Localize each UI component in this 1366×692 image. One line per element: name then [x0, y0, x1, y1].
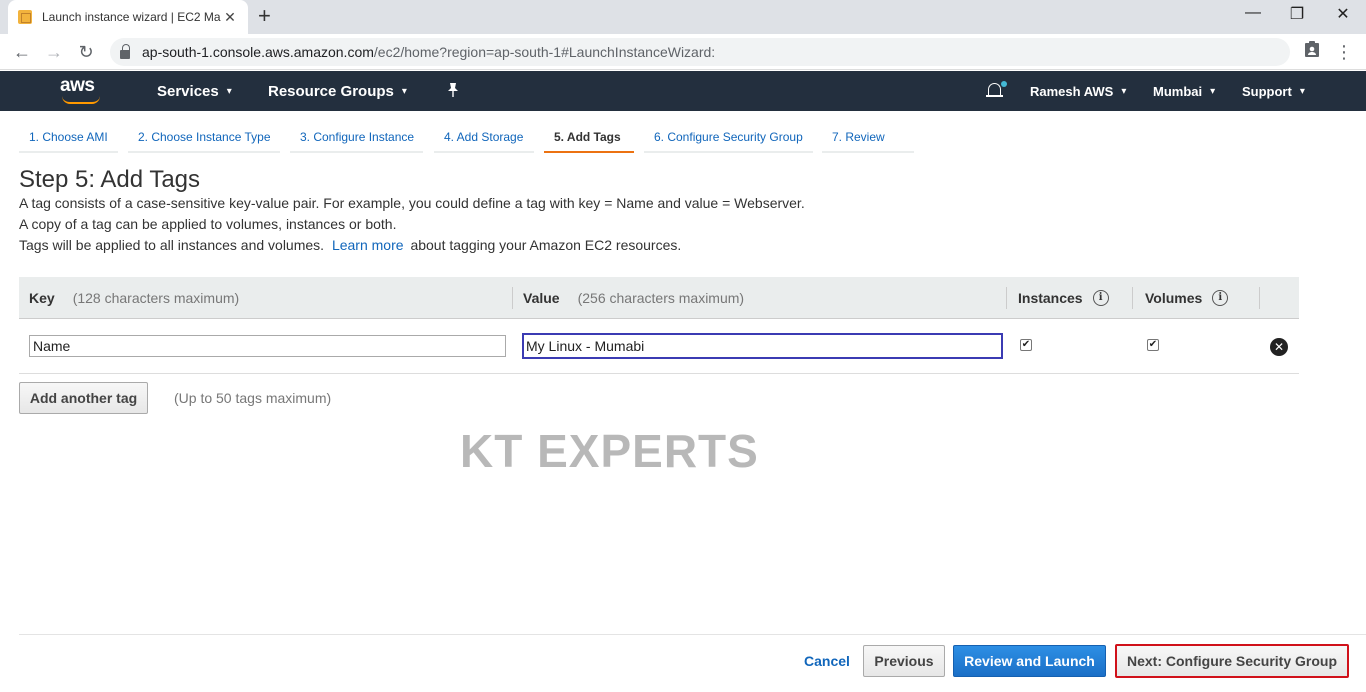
notifications-bell-icon[interactable]	[986, 81, 1007, 101]
notification-dot	[1001, 81, 1007, 87]
step-choose-ami[interactable]: 1. Choose AMI	[19, 126, 118, 153]
tab-close-icon[interactable]: ✕	[222, 9, 238, 26]
aws-smile-icon	[62, 96, 100, 104]
minimize-icon[interactable]: —	[1230, 4, 1276, 22]
value-column-header: Value (256 characters maximum)	[523, 277, 744, 319]
review-and-launch-button[interactable]: Review and Launch	[953, 645, 1106, 677]
reload-icon[interactable]: ↻	[74, 41, 98, 63]
value-header-hint: (256 characters maximum)	[577, 290, 745, 306]
column-divider	[1006, 287, 1007, 309]
column-divider	[512, 287, 513, 309]
pin-icon[interactable]	[446, 82, 460, 102]
volumes-header-label: Volumes	[1145, 290, 1203, 306]
step-review[interactable]: 7. Review	[822, 126, 914, 153]
window-close-icon[interactable]: ✕	[1320, 4, 1366, 24]
forward-arrow-icon[interactable]: →	[42, 41, 66, 63]
user-name: Ramesh AWS	[1030, 83, 1114, 99]
url-path: /ec2/home?region=ap-south-1#LaunchInstan…	[373, 44, 716, 60]
profile-clipboard-icon[interactable]	[1300, 40, 1324, 63]
step-configure-instance[interactable]: 3. Configure Instance	[290, 126, 423, 153]
tag-key-input[interactable]	[29, 335, 506, 357]
url-input[interactable]: ap-south-1.console.aws.amazon.com /ec2/h…	[110, 38, 1290, 66]
support-menu[interactable]: Support ▾	[1242, 71, 1305, 111]
step-add-tags[interactable]: 5. Add Tags	[544, 126, 634, 153]
description-line-2: A copy of a tag can be applied to volume…	[19, 216, 397, 232]
volumes-column-header: Volumes i	[1145, 277, 1229, 319]
footer-divider	[19, 634, 1366, 635]
step-add-storage[interactable]: 4. Add Storage	[434, 126, 534, 153]
support-label: Support	[1242, 83, 1292, 99]
previous-button[interactable]: Previous	[863, 645, 945, 677]
info-icon[interactable]: i	[1212, 290, 1229, 306]
restore-icon[interactable]: ❐	[1274, 4, 1320, 24]
key-header-hint: (128 characters maximum)	[72, 290, 240, 306]
browser-tab-bar: Launch instance wizard | EC2 Ma ✕ + — ❐ …	[0, 0, 1366, 34]
next-configure-security-group-button[interactable]: Next: Configure Security Group	[1115, 644, 1349, 678]
user-menu[interactable]: Ramesh AWS ▾	[1030, 71, 1126, 111]
tags-table-header: Key (128 characters maximum) Value (256 …	[19, 277, 1299, 319]
menu-kebab-icon[interactable]: ⋮	[1332, 41, 1356, 63]
aws-favicon-icon	[18, 10, 32, 24]
resource-groups-menu[interactable]: Resource Groups ▾	[268, 71, 407, 111]
chevron-down-icon: ▾	[1121, 85, 1127, 97]
address-bar-row: ← → ↻ ap-south-1.console.aws.amazon.com …	[0, 34, 1366, 70]
description-line-3: Tags will be applied to all instances an…	[19, 237, 681, 253]
step-choose-instance-type[interactable]: 2. Choose Instance Type	[128, 126, 280, 153]
instances-column-header: Instances i	[1018, 277, 1109, 319]
url-host: ap-south-1.console.aws.amazon.com	[142, 44, 374, 60]
watermark-text: KT EXPERTS	[460, 425, 759, 477]
learn-more-link[interactable]: Learn more	[332, 237, 404, 253]
cancel-button[interactable]: Cancel	[804, 653, 850, 669]
table-row: ✔ ✔ ✕	[19, 319, 1299, 374]
description-line-3-post: about tagging your Amazon EC2 resources.	[410, 237, 682, 253]
tag-value-input[interactable]	[522, 333, 1003, 359]
services-label: Services	[157, 82, 219, 100]
column-divider	[1132, 287, 1133, 309]
step-configure-security-group[interactable]: 6. Configure Security Group	[644, 126, 813, 153]
key-column-header: Key (128 characters maximum)	[29, 277, 239, 319]
tag-limit-text: (Up to 50 tags maximum)	[174, 390, 332, 406]
remove-tag-icon[interactable]: ✕	[1270, 338, 1288, 356]
new-tab-button[interactable]: +	[258, 5, 271, 27]
tab-title: Launch instance wizard | EC2 Ma	[42, 10, 221, 24]
back-arrow-icon[interactable]: ←	[10, 41, 34, 63]
description-line-3-pre: Tags will be applied to all instances an…	[19, 237, 325, 253]
aws-logo-text: aws	[60, 75, 95, 96]
volumes-checkbox[interactable]: ✔	[1147, 339, 1159, 351]
chevron-down-icon: ▾	[401, 85, 407, 97]
chevron-down-icon: ▾	[1210, 85, 1216, 97]
chevron-down-icon: ▾	[226, 85, 232, 97]
page-title: Step 5: Add Tags	[19, 166, 201, 193]
instances-header-label: Instances	[1018, 290, 1083, 306]
chevron-down-icon: ▾	[1299, 85, 1305, 97]
aws-logo[interactable]: aws	[60, 75, 104, 105]
key-header-label: Key	[29, 290, 55, 306]
services-menu[interactable]: Services ▾	[157, 71, 232, 111]
column-divider	[1259, 287, 1260, 309]
description-line-1: A tag consists of a case-sensitive key-v…	[19, 195, 805, 211]
resource-groups-label: Resource Groups	[268, 82, 394, 100]
instances-checkbox[interactable]: ✔	[1020, 339, 1032, 351]
info-icon[interactable]: i	[1092, 290, 1109, 306]
browser-tab[interactable]: Launch instance wizard | EC2 Ma ✕	[8, 0, 248, 34]
aws-top-nav: aws Services ▾ Resource Groups ▾ Ramesh …	[0, 71, 1366, 111]
lock-icon	[120, 43, 130, 59]
add-another-tag-button[interactable]: Add another tag	[19, 382, 148, 414]
value-header-label: Value	[523, 290, 560, 306]
region-name: Mumbai	[1153, 83, 1203, 99]
region-menu[interactable]: Mumbai ▾	[1153, 71, 1215, 111]
